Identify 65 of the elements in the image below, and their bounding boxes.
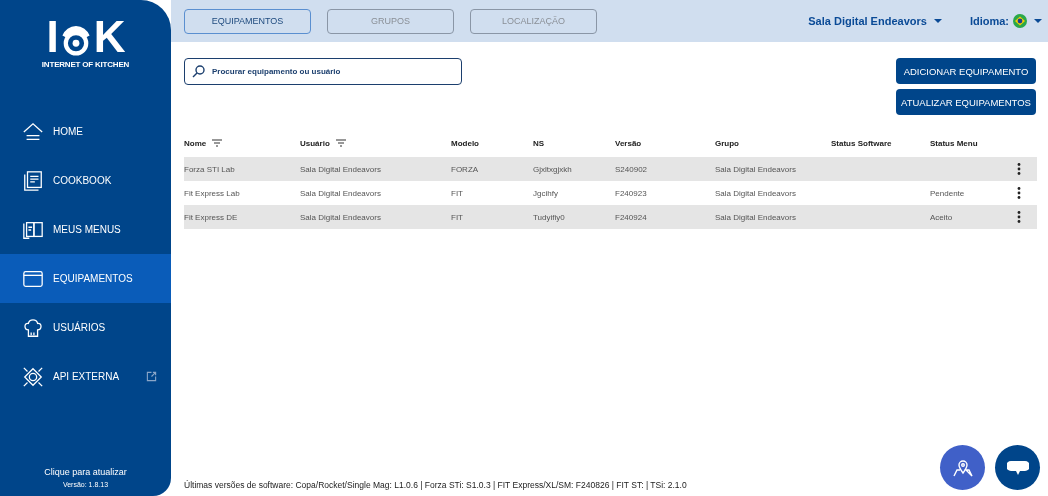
external-link-icon — [146, 371, 157, 382]
table-cell: Sala Digital Endeavors — [715, 188, 796, 198]
filter-icon[interactable] — [335, 139, 346, 147]
table-cell: F240924 — [615, 212, 647, 222]
document-icon — [21, 169, 45, 192]
tab[interactable]: EQUIPAMENTOS — [184, 8, 311, 34]
table-cell: Tudyifiy0 — [533, 212, 565, 222]
table-row[interactable]: Forza STI Lab Sala Digital Endeavors FORZA Gjxltxgjxkh S240902 Sala Digital Endeavors — [184, 157, 1037, 181]
nav-item[interactable]: COOKBOOK — [0, 156, 171, 205]
footer-text: Últimas versões de software: Copa/Rocket/Single Mag: L1.0.6 | Forza STi: S1.0.3 | FIT Express/XL/SM: F240826 | FIT ST: | TSi: 2.1.0 — [184, 480, 687, 490]
filter-icon[interactable] — [212, 139, 223, 147]
table-cell: S240902 — [615, 164, 648, 174]
nav-item[interactable]: API EXTERNA — [0, 352, 171, 401]
table-cell: Sala Digital Endeavors — [300, 164, 381, 174]
action-button[interactable]: ADICIONAR EQUIPAMENTO — [896, 58, 1036, 84]
nav-item[interactable]: USUÁRIOS — [0, 303, 171, 352]
chat-button[interactable] — [995, 445, 1040, 490]
column-header[interactable]: Nome — [184, 138, 207, 148]
nav-item[interactable]: EQUIPAMENTOS — [0, 254, 171, 303]
column-header[interactable]: Modelo — [451, 138, 479, 148]
chef-hat-icon — [21, 316, 45, 339]
column-header[interactable]: NS — [533, 138, 545, 148]
column-header[interactable]: Usuário — [300, 138, 330, 148]
table-cell: FIT — [451, 212, 463, 222]
table-cell: F240923 — [615, 188, 647, 198]
table-cell: FORZA — [451, 164, 479, 174]
table-cell: Sala Digital Endeavors — [300, 188, 381, 198]
caret-icon — [933, 19, 942, 23]
table-cell: Gjxltxgjxkh — [533, 164, 572, 174]
search-icon — [192, 65, 205, 78]
account-dropdown[interactable]: Sala Digital Endeavors — [808, 15, 942, 27]
table-cell: Sala Digital Endeavors — [300, 212, 381, 222]
table-cell: Sala Digital Endeavors — [715, 212, 796, 222]
language-dropdown[interactable]: Idioma: — [969, 14, 1042, 28]
logo-letter: I — [46, 16, 58, 58]
table-cell: Jgcihfy — [533, 188, 558, 198]
table-row[interactable]: Fit Express DE Sala Digital Endeavors FIT Tudyifiy0 F240924 Sala Digital Endeavors Aceito — [184, 205, 1037, 229]
table-cell: Fit Express DE — [184, 212, 238, 222]
column-header[interactable]: Status Software — [831, 138, 892, 148]
home-icon — [21, 120, 45, 143]
table-cell: Pendente — [930, 188, 965, 198]
more-icon[interactable] — [1017, 187, 1021, 199]
action-button[interactable]: ATUALIZAR EQUIPAMENTOS — [896, 89, 1036, 115]
update-link[interactable]: Clique para atualizar — [44, 467, 127, 477]
table-cell: FIT — [451, 188, 463, 198]
nav-item[interactable]: MEUS MENUS — [0, 205, 171, 254]
logo-letter: K — [93, 16, 125, 58]
table-cell: Forza STI Lab — [184, 164, 235, 174]
search-field[interactable]: Procurar equipamento ou usuário — [184, 58, 462, 85]
map-button[interactable] — [940, 445, 985, 490]
chat-icon — [1006, 458, 1029, 477]
api-icon — [21, 365, 45, 388]
column-header[interactable]: Grupo — [715, 138, 739, 148]
table-row[interactable]: Fit Express Lab Sala Digital Endeavors FIT Jgcihfy F240923 Sala Digital Endeavors Pendente — [184, 181, 1037, 205]
more-icon[interactable] — [1017, 211, 1021, 223]
logo-tagline: INTERNET OF KITCHEN — [41, 60, 130, 69]
table-cell: Fit Express Lab — [184, 188, 240, 198]
column-header[interactable]: Versão — [615, 138, 642, 148]
table-cell: Sala Digital Endeavors — [715, 164, 796, 174]
more-icon[interactable] — [1017, 163, 1021, 175]
caret-icon — [1034, 19, 1042, 23]
nav-item[interactable]: HOME — [0, 107, 171, 156]
flag-icon — [1013, 14, 1027, 28]
table-cell: Aceito — [930, 212, 953, 222]
column-header[interactable]: Status Menu — [930, 138, 978, 148]
